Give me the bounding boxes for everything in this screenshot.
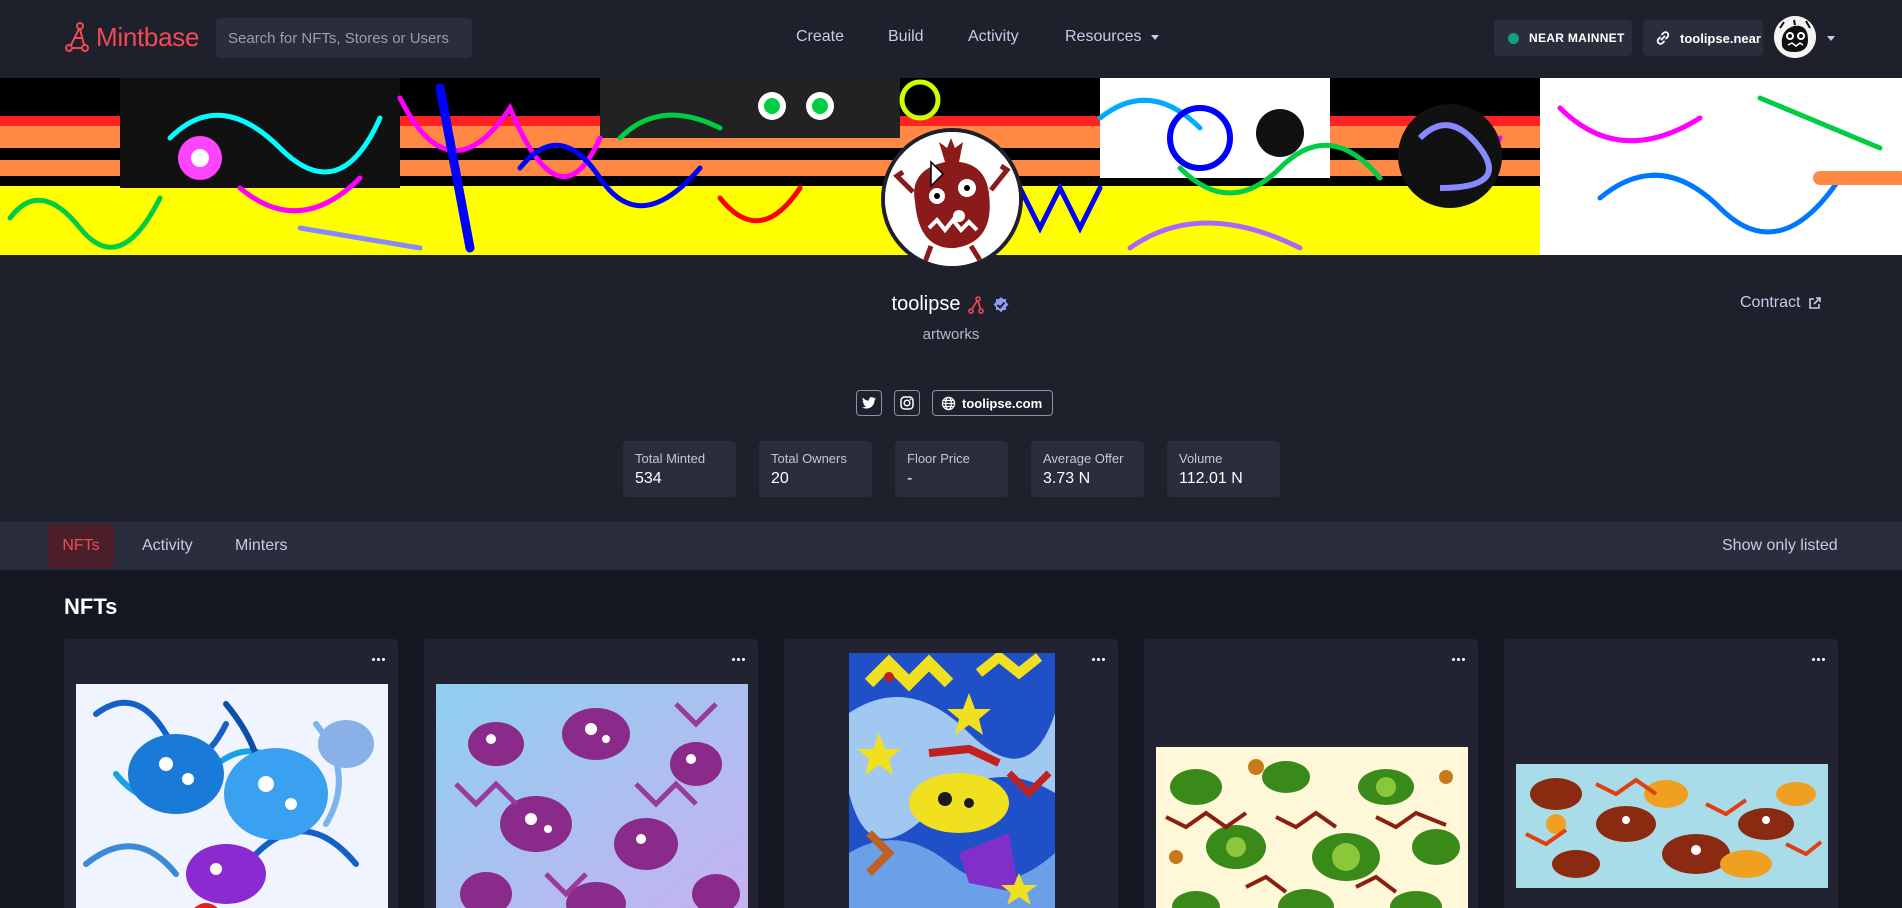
- chevron-down-icon: [1151, 34, 1160, 40]
- twitter-icon: [862, 397, 876, 409]
- instagram-link[interactable]: [894, 390, 920, 416]
- website-link[interactable]: toolipse.com: [932, 390, 1054, 416]
- tab-nfts[interactable]: NFTs: [48, 524, 114, 568]
- nav-resources-label: Resources: [1065, 28, 1142, 45]
- more-options-icon[interactable]: [728, 649, 748, 669]
- store-tabs: NFTs Activity Minters Show only listed: [0, 522, 1902, 570]
- avatar-chevron-down-icon[interactable]: [1827, 36, 1835, 41]
- profile-avatar-artwork: [885, 132, 1019, 266]
- contract-link[interactable]: Contract: [1740, 294, 1822, 312]
- nav-activity[interactable]: Activity: [968, 28, 1019, 46]
- search-placeholder: Search for NFTs, Stores or Users: [228, 29, 449, 47]
- stat-average-offer: Average Offer 3.73 N: [1031, 441, 1144, 497]
- instagram-icon: [900, 396, 914, 410]
- nft-card[interactable]: [424, 639, 758, 908]
- nft-card[interactable]: [1144, 639, 1478, 908]
- nav-build[interactable]: Build: [888, 28, 924, 46]
- external-link-icon: [1809, 297, 1822, 309]
- stat-value: 534: [635, 470, 662, 487]
- stat-total-minted: Total Minted 534: [623, 441, 736, 497]
- account-name: toolipse.near: [1680, 30, 1761, 46]
- stat-value: 20: [771, 470, 789, 487]
- nfts-section: NFTs: [0, 570, 1902, 908]
- nav-resources[interactable]: Resources: [1065, 28, 1160, 46]
- profile-name: toolipse: [891, 293, 961, 315]
- stat-volume: Volume 112.01 N: [1167, 441, 1280, 497]
- account-button[interactable]: toolipse.near: [1643, 20, 1763, 56]
- nft-image[interactable]: [849, 653, 1055, 908]
- user-avatar[interactable]: [1774, 16, 1816, 58]
- nft-image[interactable]: [76, 684, 388, 908]
- nft-image[interactable]: [1516, 764, 1828, 888]
- tab-activity[interactable]: Activity: [142, 522, 193, 570]
- network-label: NEAR MAINNET: [1529, 31, 1625, 45]
- nft-image[interactable]: [436, 684, 748, 908]
- nav-create[interactable]: Create: [796, 28, 844, 46]
- profile-subtitle: artworks: [922, 326, 980, 343]
- stat-value: 112.01 N: [1179, 470, 1243, 487]
- profile-name-row: toolipse: [0, 293, 1902, 316]
- more-options-icon[interactable]: [1808, 649, 1828, 669]
- stat-value: 3.73 N: [1043, 470, 1091, 487]
- section-title: NFTs: [64, 594, 118, 619]
- profile-avatar: [881, 128, 1023, 270]
- top-navbar: Mintbase Search for NFTs, Stores or User…: [0, 0, 1902, 78]
- stat-value: -: [907, 470, 913, 487]
- stat-label: Average Offer: [1043, 451, 1124, 466]
- twitter-link[interactable]: [856, 390, 882, 416]
- mintbase-badge-icon: [968, 295, 985, 314]
- globe-icon: [941, 396, 956, 410]
- social-links: toolipse.com: [856, 390, 1054, 416]
- mintbase-logo-icon: [65, 22, 89, 52]
- nft-card[interactable]: [784, 639, 1118, 908]
- stat-label: Total Owners: [771, 451, 847, 466]
- stats-row: Total Minted 534 Total Owners 20 Floor P…: [623, 441, 1280, 497]
- nft-card[interactable]: [64, 639, 398, 908]
- link-icon: [1656, 31, 1670, 45]
- stat-label: Total Minted: [635, 451, 706, 466]
- website-label: toolipse.com: [962, 395, 1043, 411]
- stat-label: Volume: [1179, 451, 1223, 466]
- nft-card[interactable]: [1504, 639, 1838, 908]
- tab-minters[interactable]: Minters: [235, 522, 287, 570]
- stat-label: Floor Price: [907, 451, 970, 466]
- more-options-icon[interactable]: [368, 649, 388, 669]
- nft-image[interactable]: [1156, 747, 1468, 908]
- show-only-listed-toggle[interactable]: Show only listed: [1722, 522, 1838, 570]
- more-options-icon[interactable]: [1088, 649, 1108, 669]
- verified-badge-icon: [993, 296, 1009, 312]
- contract-label: Contract: [1740, 294, 1801, 311]
- mintbase-logo[interactable]: Mintbase: [64, 20, 199, 54]
- network-button[interactable]: NEAR MAINNET: [1494, 20, 1632, 56]
- stat-total-owners: Total Owners 20: [759, 441, 872, 497]
- network-status-dot: [1508, 32, 1519, 44]
- more-options-icon[interactable]: [1448, 649, 1468, 669]
- logo-text: Mintbase: [96, 21, 200, 52]
- stat-floor-price: Floor Price -: [895, 441, 1008, 497]
- search-input[interactable]: Search for NFTs, Stores or Users: [216, 18, 472, 58]
